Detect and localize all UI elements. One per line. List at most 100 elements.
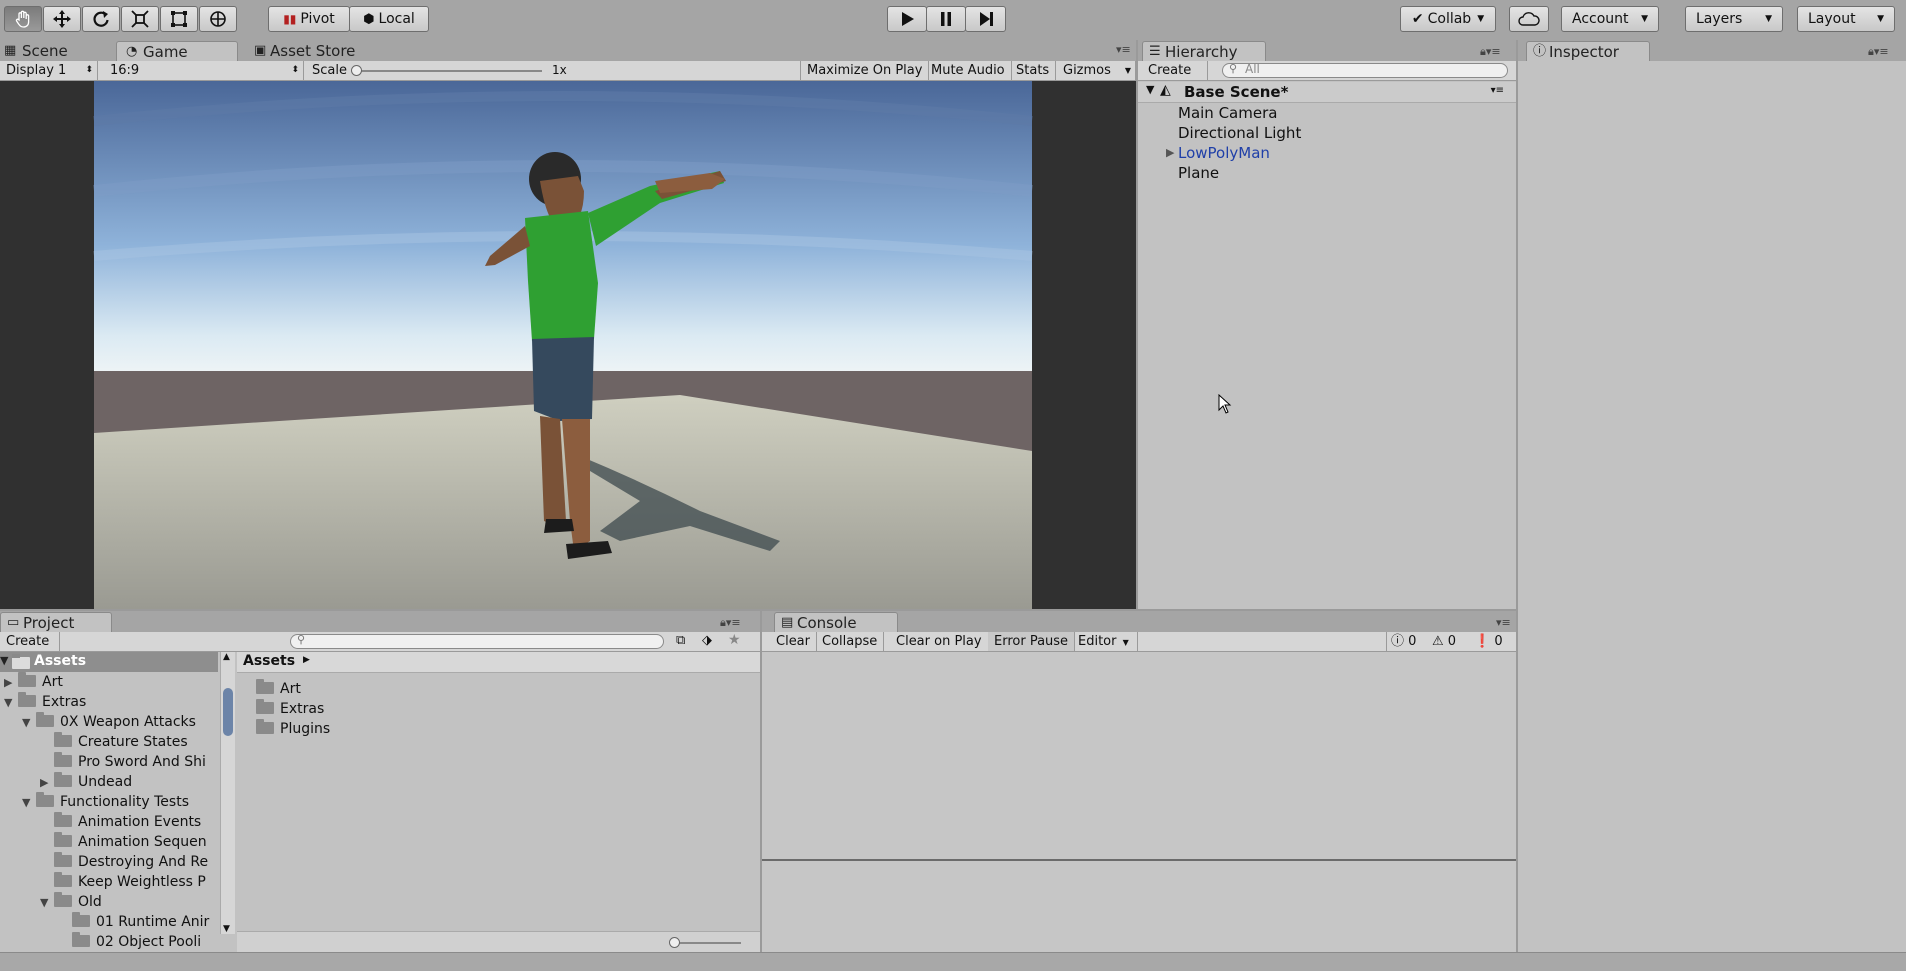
move-tool-icon[interactable] (43, 6, 81, 32)
tab-asset-store[interactable]: ▣ Asset Store (248, 41, 368, 61)
hierarchy-item-main-camera[interactable]: Main Camera (1178, 103, 1277, 123)
local-label: Local (378, 11, 415, 27)
expand-down-icon[interactable]: ▼ (40, 893, 54, 913)
breadcrumb-assets[interactable]: Assets (243, 653, 295, 669)
folder-icon (72, 932, 90, 947)
layers-dropdown[interactable]: Layers ▼ (1685, 6, 1783, 32)
lock-icon[interactable]: 🔒︎▾≡ (1868, 45, 1889, 59)
project-tree-label: Extras (42, 694, 87, 710)
panel-menu-icon[interactable]: ▾≡ (1116, 43, 1131, 56)
display-dropdown[interactable]: Display 1 ⬍ (0, 61, 98, 80)
mute-audio-toggle[interactable]: Mute Audio (925, 61, 1012, 80)
gizmos-dropdown[interactable]: Gizmos ▼ (1057, 61, 1136, 80)
scale-tool-icon[interactable] (121, 6, 159, 32)
project-tree-item[interactable]: Keep Weightless P (40, 872, 206, 892)
project-tree-item[interactable]: Animation Sequen (40, 832, 207, 852)
filter-type-icon[interactable]: ⧉ (676, 633, 685, 648)
tab-project[interactable]: ▭ Project (0, 612, 112, 632)
project-tree-item[interactable]: ▶ Undead (40, 772, 132, 792)
game-viewport[interactable] (0, 81, 1136, 609)
expand-right-icon[interactable]: ▶ (1166, 143, 1174, 163)
project-tree-item[interactable]: 02 Object Pooli (58, 932, 201, 952)
scroll-down-icon[interactable]: ▼ (223, 924, 230, 934)
project-tree-item[interactable]: ▼ Functionality Tests (22, 792, 189, 812)
error-icon: ❗ (1474, 634, 1491, 649)
tab-game[interactable]: ◔ Game (116, 41, 238, 61)
scale-slider[interactable] (351, 65, 542, 76)
project-search-input[interactable]: ⚲ (290, 633, 664, 649)
hand-tool-icon[interactable] (4, 6, 42, 32)
warning-count-toggle[interactable]: ⚠ 0 (1428, 632, 1460, 651)
project-tree-item[interactable]: 01 Runtime Anir (58, 912, 209, 932)
tab-scene[interactable]: ▦ Scene (0, 41, 110, 61)
cloud-button[interactable] (1509, 6, 1549, 32)
icon-size-slider[interactable] (669, 937, 741, 948)
pause-icon (941, 12, 951, 26)
project-tree-item[interactable]: ▼ Old (40, 892, 102, 912)
expand-right-icon[interactable]: ▶ (4, 673, 18, 693)
play-icon (902, 12, 914, 26)
scale-slider-thumb[interactable] (351, 65, 362, 76)
console-clear-button[interactable]: Clear (770, 632, 817, 651)
rect-tool-icon[interactable] (160, 6, 198, 32)
tab-console[interactable]: ▤ Console (774, 612, 898, 632)
console-collapse-toggle[interactable]: Collapse (816, 632, 885, 651)
pivot-toggle[interactable]: ▮▮ Pivot (268, 6, 350, 32)
aspect-dropdown[interactable]: 16:9 ⬍ (104, 61, 304, 80)
label-tag-icon[interactable]: ⬗ (702, 633, 712, 648)
tab-inspector[interactable]: ⓘ Inspector (1526, 41, 1650, 61)
project-tree-label: Old (78, 894, 102, 910)
console-log-list[interactable] (762, 652, 1516, 859)
chevron-down-icon: ▼ (1124, 66, 1131, 75)
expand-down-icon[interactable]: ▼ (22, 713, 36, 733)
lock-icon[interactable]: 🔒︎▾≡ (1480, 45, 1501, 59)
pause-button[interactable] (926, 6, 966, 32)
console-clear-on-play-toggle[interactable]: Clear on Play (890, 632, 989, 651)
step-button[interactable] (965, 6, 1006, 32)
scene-header[interactable]: ▼ ◭ Base Scene* ▾≡ (1138, 82, 1516, 103)
tree-scrollbar[interactable]: ▲ ▼ (220, 652, 235, 934)
hierarchy-item-plane[interactable]: Plane (1178, 163, 1219, 183)
asset-folder-plugins[interactable]: Plugins (256, 719, 330, 739)
project-tree-label: Art (42, 674, 63, 690)
star-icon[interactable]: ★ (728, 632, 741, 648)
console-error-pause-toggle[interactable]: Error Pause (988, 632, 1076, 651)
scroll-thumb[interactable] (223, 688, 233, 736)
maximize-on-play-toggle[interactable]: Maximize On Play (800, 61, 930, 80)
asset-folder-extras[interactable]: Extras (256, 699, 324, 719)
console-editor-dropdown[interactable]: Editor ▼ (1072, 632, 1138, 651)
project-tree-item[interactable]: Animation Events (40, 812, 201, 832)
hierarchy-search-input[interactable]: ⚲ All (1222, 62, 1508, 78)
project-create-dropdown[interactable]: Create ▼ (0, 632, 60, 666)
expand-down-icon[interactable]: ▼ (22, 793, 36, 813)
local-toggle[interactable]: ⬢ Local (349, 6, 429, 32)
rotate-tool-icon[interactable] (82, 6, 120, 32)
expand-right-icon[interactable]: ▶ (40, 773, 54, 793)
scroll-up-icon[interactable]: ▲ (223, 652, 230, 662)
expand-down-icon[interactable]: ▼ (4, 693, 18, 713)
play-button[interactable] (887, 6, 927, 32)
project-tree-item[interactable]: Destroying And Re (40, 852, 208, 872)
lock-icon[interactable]: 🔒︎▾≡ (720, 616, 741, 630)
project-tree-item[interactable]: ▼ Extras (4, 692, 86, 712)
project-tree-item[interactable]: Creature States (40, 732, 188, 752)
info-count-toggle[interactable]: ⓘ 0 (1386, 632, 1420, 651)
hierarchy-create-dropdown[interactable]: Create ▼ (1142, 61, 1208, 95)
hierarchy-item-directional-light[interactable]: Directional Light (1178, 123, 1301, 143)
panel-menu-icon[interactable]: ▾≡ (1496, 616, 1511, 629)
error-count-toggle[interactable]: ❗ 0 (1470, 632, 1507, 651)
project-tree-item[interactable]: Pro Sword And Shi (40, 752, 206, 772)
transform-tool-icon[interactable] (199, 6, 237, 32)
hierarchy-item-lowpolyman[interactable]: ▶ LowPolyMan (1166, 143, 1270, 163)
scene-menu-icon[interactable]: ▾≡ (1491, 85, 1504, 96)
project-tree-item[interactable]: ▶ Art (4, 672, 63, 692)
icon-size-thumb[interactable] (669, 937, 680, 948)
stats-toggle[interactable]: Stats (1010, 61, 1057, 80)
asset-folder-art[interactable]: Art (256, 679, 301, 699)
layout-dropdown[interactable]: Layout ▼ (1797, 6, 1895, 32)
collab-dropdown[interactable]: ✔ Collab ▼ (1400, 6, 1496, 32)
project-tree-item[interactable]: ▼ 0X Weapon Attacks (22, 712, 196, 732)
tab-hierarchy[interactable]: ☰ Hierarchy (1142, 41, 1266, 61)
account-dropdown[interactable]: Account ▼ (1561, 6, 1659, 32)
project-tree-root[interactable]: ▼ Assets (0, 652, 218, 672)
